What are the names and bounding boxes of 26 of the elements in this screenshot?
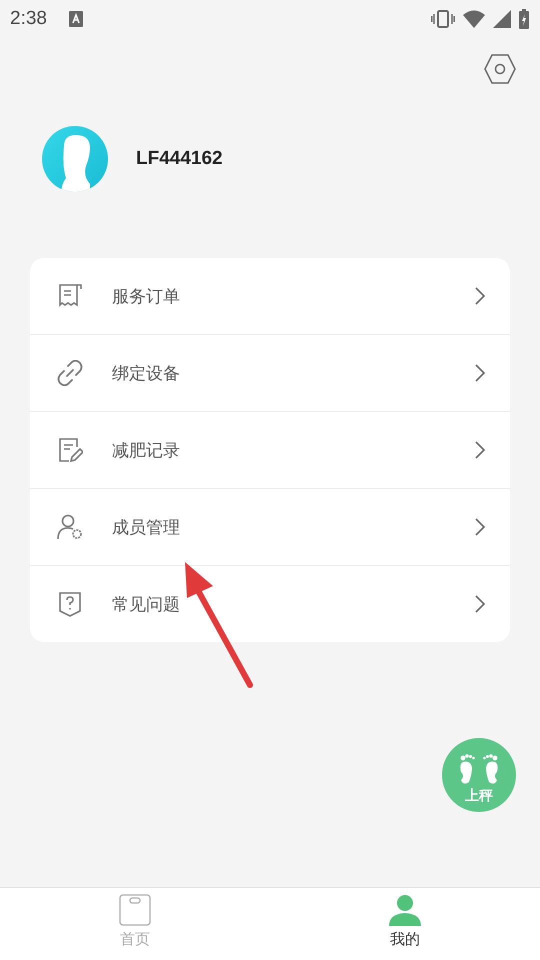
person-icon xyxy=(389,894,421,926)
signal-icon xyxy=(493,10,511,28)
nav-tab[interactable]: 我的 xyxy=(270,888,540,960)
keyboard-icon xyxy=(68,11,83,27)
wifi-icon xyxy=(463,10,485,28)
scale-icon xyxy=(119,894,151,926)
chevron-icon xyxy=(474,363,486,383)
chevron-icon xyxy=(474,440,486,460)
person-gear-icon xyxy=(57,514,83,540)
receipt-icon xyxy=(57,283,83,309)
menu-item[interactable]: 减肥记录 xyxy=(30,412,510,489)
menu-item[interactable]: 服务订单 xyxy=(30,258,510,335)
link-icon xyxy=(57,360,83,386)
chevron-icon xyxy=(474,517,486,537)
battery-icon xyxy=(519,9,529,29)
status-time: 2:38 xyxy=(10,8,47,30)
menu-item[interactable]: 绑定设备 xyxy=(30,335,510,412)
menu-item[interactable]: 常见问题 xyxy=(30,566,510,642)
note-icon xyxy=(57,437,83,463)
settings-icon[interactable] xyxy=(484,54,516,84)
question-icon xyxy=(57,591,83,617)
chevron-icon xyxy=(474,594,486,614)
vibrate-icon xyxy=(431,10,455,28)
chevron-icon xyxy=(474,286,486,306)
menu-item[interactable]: 成员管理 xyxy=(30,489,510,566)
user-name: LF444162 xyxy=(136,148,223,170)
